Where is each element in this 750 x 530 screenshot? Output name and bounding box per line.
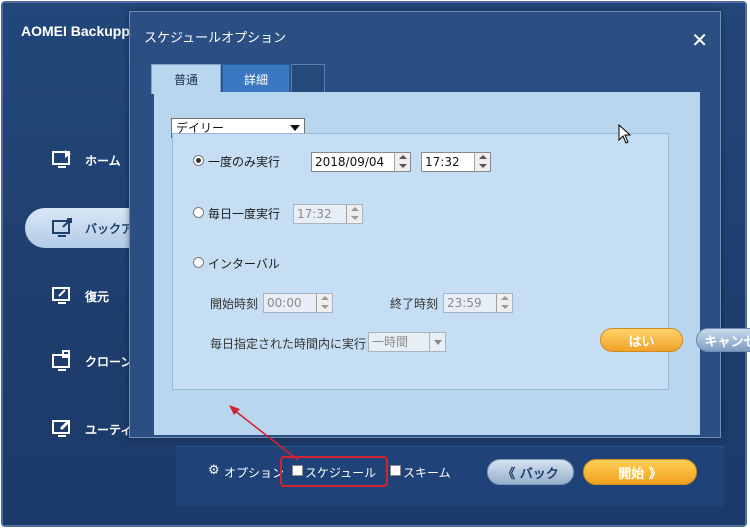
annotation-arrow <box>229 405 299 461</box>
mouse-cursor-icon <box>618 124 632 144</box>
